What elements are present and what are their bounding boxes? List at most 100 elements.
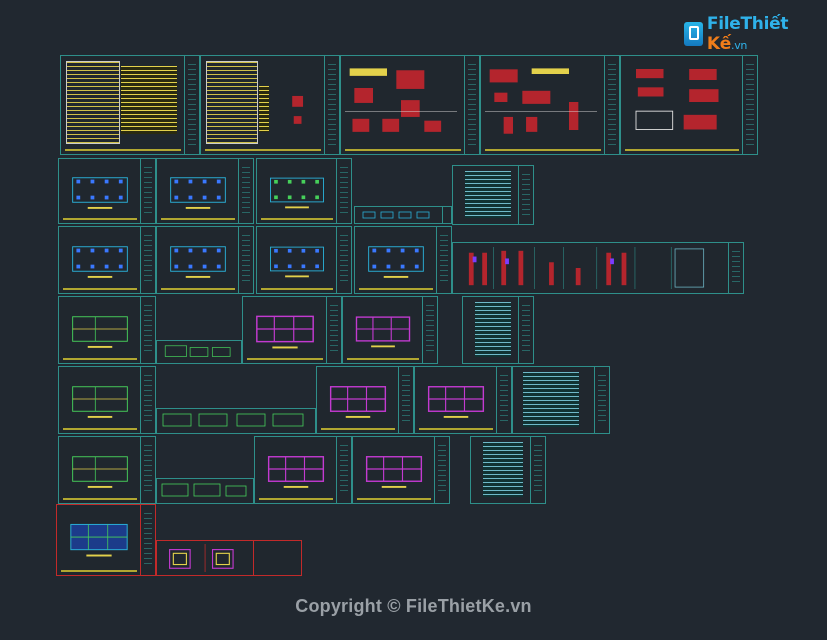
rebar-detail-drawing [625, 62, 735, 142]
brand-main: File [706, 14, 741, 34]
beam-sections-drawing [160, 412, 312, 430]
column-plan-sheet-3[interactable] [256, 226, 352, 294]
title-block [140, 227, 155, 293]
schedule-table [523, 372, 579, 427]
note-sheet-2[interactable] [200, 55, 340, 155]
column-plan-sheet-4[interactable] [354, 226, 452, 294]
title-block [326, 297, 341, 363]
title-block [742, 56, 757, 154]
sheet-caption [65, 149, 181, 151]
rebar-detail-drawing [485, 62, 597, 142]
title-block [728, 243, 743, 293]
foundation-plan-sheet-2[interactable] [156, 158, 254, 224]
note-text-block [66, 61, 120, 144]
sheet-caption [161, 218, 235, 220]
watermark-brand: FileThiết Kế.vn [707, 14, 827, 54]
grid-plan-drawing [265, 169, 329, 211]
foundation-plan-sheet-1[interactable] [58, 158, 156, 224]
grid-plan-drawing [363, 237, 429, 281]
beam-sections-drawing [160, 344, 238, 360]
grid-plan-drawing [165, 169, 231, 211]
brand-mid: Thiết [740, 14, 789, 34]
foundation-plan-sheet-3[interactable] [256, 158, 352, 224]
beam-plan-sheet-1[interactable] [58, 296, 156, 364]
slab-plan-sheet-2[interactable] [316, 366, 414, 434]
schedule-sheet-4[interactable] [470, 436, 546, 504]
sheet-caption [161, 288, 235, 290]
title-block [324, 56, 339, 154]
sheet-divider [253, 541, 254, 575]
cad-model-space[interactable]: FileThiết Kế.vn Copyright © FileThietKe.… [0, 0, 827, 640]
schedule-table [483, 442, 523, 497]
column-plan-sheet-1[interactable] [58, 226, 156, 294]
note-sheet-1[interactable] [60, 55, 200, 155]
sheet-caption [61, 570, 137, 572]
rebar-detail-drawing [345, 62, 457, 142]
grid-plan-drawing [251, 307, 319, 351]
title-block [594, 367, 609, 433]
grid-plan-drawing [65, 515, 133, 563]
title-block [518, 297, 533, 363]
grid-plan-drawing [67, 237, 133, 281]
beam-plan-sheet-3[interactable] [342, 296, 438, 364]
copyright-text: Copyright © FileThietKe.vn [295, 596, 532, 616]
schedule-table [465, 171, 511, 218]
sheet-caption [261, 288, 333, 290]
brand-suffix: .vn [731, 39, 748, 52]
sheet-caption [205, 149, 321, 151]
beam-section-sheet-2[interactable] [156, 408, 316, 434]
beam-section-sheet-1[interactable] [156, 340, 242, 364]
beam-sections-drawing [160, 482, 250, 500]
schedule-sheet-1[interactable] [452, 165, 534, 225]
selected-detail-sheet[interactable] [156, 540, 302, 576]
roof-plan-sheet-3[interactable] [352, 436, 450, 504]
sheet-caption [485, 149, 601, 151]
schedule-sheet-3[interactable] [512, 366, 610, 434]
title-block [398, 367, 413, 433]
sheet-caption [625, 149, 739, 151]
title-block [530, 437, 545, 503]
grid-plan-drawing [67, 169, 133, 211]
note-sheet-5[interactable] [620, 55, 758, 155]
sheet-caption [247, 358, 323, 360]
rebar-detail-drawing [286, 84, 317, 142]
note-sheet-4[interactable] [480, 55, 620, 155]
grid-plan-drawing [361, 447, 427, 491]
title-block [336, 159, 351, 223]
title-block [422, 297, 437, 363]
schedule-table [475, 302, 511, 357]
grid-plan-drawing [67, 307, 133, 351]
title-block [238, 227, 253, 293]
title-block [336, 227, 351, 293]
slab-plan-sheet-3[interactable] [414, 366, 512, 434]
title-block [140, 437, 155, 503]
beam-section-sheet-3[interactable] [156, 478, 254, 504]
grid-plan-drawing [67, 447, 133, 491]
column-plan-sheet-2[interactable] [156, 226, 254, 294]
sheet-caption [63, 498, 137, 500]
title-block [184, 56, 199, 154]
brand-accent: Kế [706, 34, 731, 54]
roof-plan-sheet-1[interactable] [58, 436, 156, 504]
sheet-caption [63, 288, 137, 290]
grid-plan-drawing [423, 377, 489, 421]
beam-plan-sheet-2[interactable] [242, 296, 342, 364]
schedule-sheet-2[interactable] [462, 296, 534, 364]
title-block [140, 297, 155, 363]
footing-detail-sheet[interactable] [354, 206, 452, 224]
sheet-caption [359, 288, 433, 290]
steel-table [259, 86, 269, 132]
column-elevation-sheet[interactable] [452, 242, 744, 294]
roof-plan-sheet-2[interactable] [254, 436, 352, 504]
title-block [464, 56, 479, 154]
title-block [434, 437, 449, 503]
note-sheet-3[interactable] [340, 55, 480, 155]
selected-plan-sheet[interactable] [56, 504, 156, 576]
title-block [518, 166, 533, 224]
title-block [336, 437, 351, 503]
sheet-caption [345, 149, 461, 151]
sheet-caption [63, 358, 137, 360]
title-block [140, 159, 155, 223]
grid-plan-drawing [265, 237, 329, 281]
slab-plan-sheet-1[interactable] [58, 366, 156, 434]
